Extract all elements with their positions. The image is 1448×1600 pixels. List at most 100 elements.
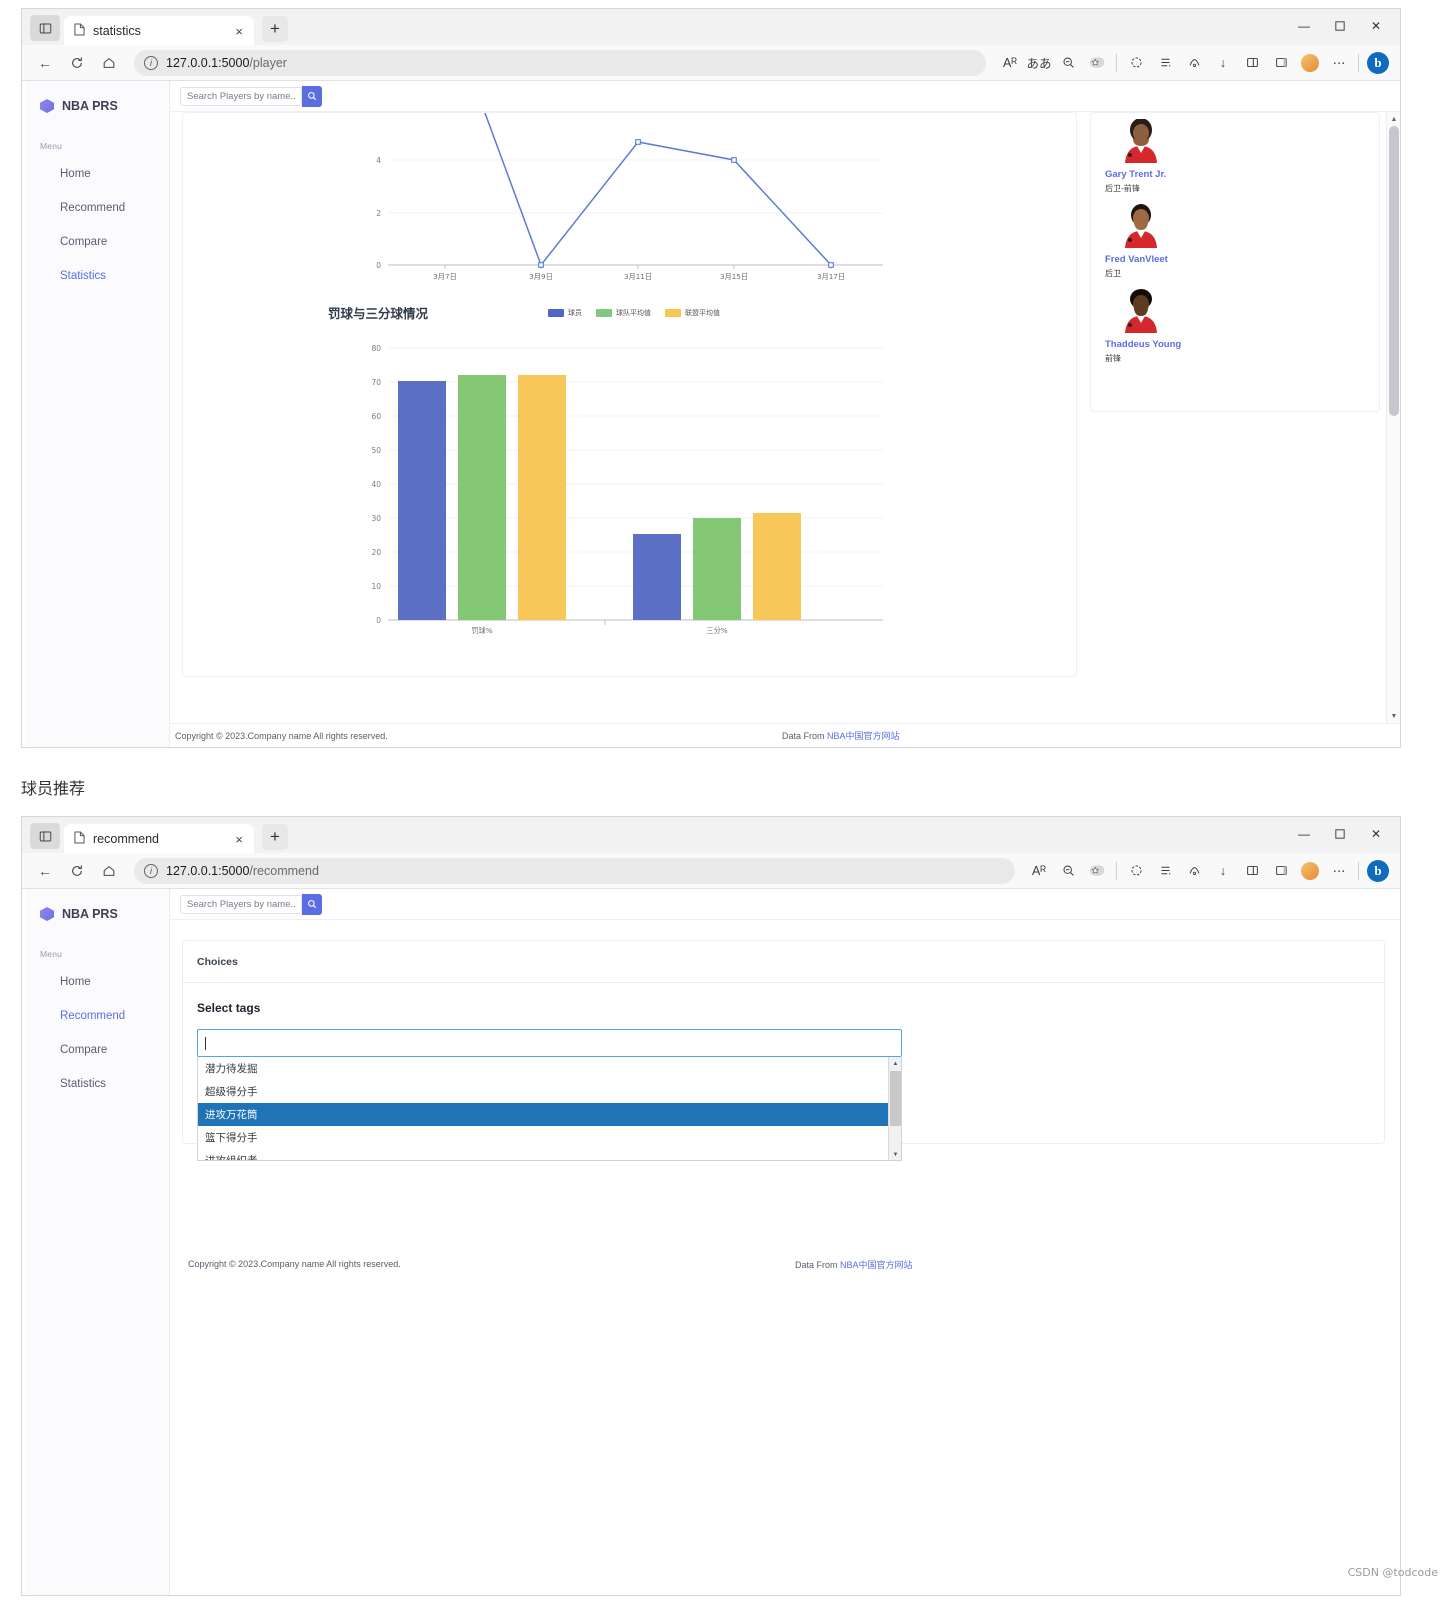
- list-item[interactable]: Fred VanVleet 后卫: [1105, 204, 1365, 279]
- copilot-icon[interactable]: [1122, 50, 1150, 76]
- sidebar-item-compare[interactable]: Compare: [22, 1033, 169, 1067]
- settings-more-icon[interactable]: ⋯: [1325, 50, 1353, 76]
- list-item[interactable]: Gary Trent Jr. 后卫-前锋: [1105, 118, 1365, 194]
- browser-essentials-icon[interactable]: [1180, 50, 1208, 76]
- sidebar: NBA PRS Menu Home Recommend Compare Stat…: [22, 81, 170, 747]
- downloads-icon[interactable]: ↓: [1209, 50, 1237, 76]
- sidebar-item-recommend[interactable]: Recommend: [22, 191, 169, 225]
- new-tab-button[interactable]: +: [262, 824, 288, 850]
- browser-essentials-icon[interactable]: [1180, 858, 1208, 884]
- address-bar[interactable]: i 127.0.0.1:5000/recommend: [134, 857, 1015, 884]
- sidebar-item-compare[interactable]: Compare: [22, 225, 169, 259]
- dropdown-scroll-down-icon[interactable]: ▼: [889, 1148, 901, 1160]
- footer-data-link[interactable]: NBA中国官方网站: [827, 731, 900, 741]
- page-scrollbar[interactable]: ▲ ▼: [1386, 112, 1400, 723]
- favorites-star-icon[interactable]: [1083, 858, 1111, 884]
- close-window-button[interactable]: ✕: [1358, 821, 1394, 847]
- tab-statistics[interactable]: statistics ×: [64, 16, 254, 46]
- toolbar-divider-2: [1358, 53, 1359, 72]
- favorites-star-icon[interactable]: [1083, 50, 1111, 76]
- sidebar-item-home[interactable]: Home: [22, 157, 169, 191]
- bar-chart-title: 罚球与三分球情况: [328, 306, 429, 321]
- edge-sidebar-icon[interactable]: [1267, 50, 1295, 76]
- search-icon[interactable]: [302, 893, 322, 915]
- dropdown-scrollbar-thumb[interactable]: [890, 1071, 901, 1126]
- tag-select-input[interactable]: [197, 1029, 902, 1057]
- scroll-up-icon[interactable]: ▲: [1387, 112, 1400, 126]
- read-aloud-icon[interactable]: Aᴿ: [996, 50, 1024, 76]
- figure-caption: 球员推荐: [21, 779, 86, 798]
- back-icon[interactable]: ←: [30, 50, 60, 76]
- dropdown-scrollbar[interactable]: ▲ ▼: [888, 1057, 901, 1160]
- dropdown-option[interactable]: 潜力待发掘: [198, 1057, 901, 1080]
- maximize-button[interactable]: [1322, 821, 1358, 847]
- browser-window-recommend: recommend × + — ✕ ← i 127.0.0.1:5000/rec…: [21, 816, 1401, 1596]
- settings-more-icon[interactable]: ⋯: [1325, 858, 1353, 884]
- dropdown-option-selected[interactable]: 进攻万花筒: [198, 1103, 901, 1126]
- player-name[interactable]: Fred VanVleet: [1105, 254, 1365, 265]
- sidebar-item-statistics[interactable]: Statistics: [22, 1067, 169, 1101]
- player-avatar: [1115, 289, 1167, 337]
- close-icon[interactable]: ×: [232, 24, 246, 39]
- bing-chat-icon[interactable]: b: [1364, 50, 1392, 76]
- new-tab-button[interactable]: +: [262, 16, 288, 42]
- sidebar-item-statistics[interactable]: Statistics: [22, 259, 169, 293]
- svg-text:60: 60: [371, 412, 381, 421]
- tab-title: statistics: [93, 24, 141, 38]
- search-input[interactable]: Search Players by name..: [180, 894, 302, 914]
- collections-icon[interactable]: [1151, 50, 1179, 76]
- sidebar-item-home[interactable]: Home: [22, 965, 169, 999]
- profile-avatar[interactable]: [1296, 50, 1324, 76]
- back-icon[interactable]: ←: [30, 858, 60, 884]
- dropdown-option[interactable]: 篮下得分手: [198, 1126, 901, 1149]
- site-info-icon[interactable]: i: [144, 55, 158, 70]
- minutes-line-chart: 4 2 0 3月7日 3月9日 3月11日 3月15日 3月17日: [183, 112, 1078, 288]
- dropdown-option[interactable]: 进攻组织者: [198, 1149, 901, 1160]
- home-icon[interactable]: [94, 50, 124, 76]
- minimize-button[interactable]: —: [1286, 821, 1322, 847]
- downloads-icon[interactable]: ↓: [1209, 858, 1237, 884]
- copilot-icon[interactable]: [1122, 858, 1150, 884]
- close-icon[interactable]: ×: [232, 832, 246, 847]
- maximize-button[interactable]: [1322, 13, 1358, 39]
- zoom-out-icon[interactable]: [1054, 858, 1082, 884]
- address-bar[interactable]: i 127.0.0.1:5000/player: [134, 49, 986, 76]
- footer-data-link[interactable]: NBA中国官方网站: [840, 1260, 913, 1270]
- scrollbar-thumb[interactable]: [1389, 126, 1399, 416]
- legend-item-league-average[interactable]: 联盟平均值: [665, 308, 720, 318]
- legend-swatch-team-average: [596, 309, 612, 317]
- legend-item-team-average[interactable]: 球队平均值: [596, 308, 651, 318]
- tab-actions-icon[interactable]: [30, 15, 60, 41]
- read-aloud-icon[interactable]: Aᴿ: [1025, 858, 1053, 884]
- player-name[interactable]: Thaddeus Young: [1105, 339, 1365, 350]
- brand[interactable]: NBA PRS: [22, 901, 169, 921]
- dropdown-scroll-up-icon[interactable]: ▲: [889, 1057, 901, 1070]
- zoom-out-icon[interactable]: [1054, 50, 1082, 76]
- site-info-icon[interactable]: i: [144, 863, 158, 878]
- tag-dropdown-list[interactable]: 潜力待发掘 超级得分手 进攻万花筒 篮下得分手 进攻组织者 ▲ ▼: [197, 1057, 902, 1161]
- bing-chat-icon[interactable]: b: [1364, 858, 1392, 884]
- tab-actions-icon[interactable]: [30, 823, 60, 849]
- dropdown-option[interactable]: 超级得分手: [198, 1080, 901, 1103]
- edge-sidebar-icon[interactable]: [1267, 858, 1295, 884]
- search-icon[interactable]: [302, 85, 322, 107]
- scroll-down-icon[interactable]: ▼: [1387, 709, 1400, 723]
- home-icon[interactable]: [94, 858, 124, 884]
- svg-text:0: 0: [376, 261, 381, 270]
- list-item[interactable]: Thaddeus Young 前锋: [1105, 289, 1365, 364]
- close-window-button[interactable]: ✕: [1358, 13, 1394, 39]
- split-screen-icon[interactable]: [1238, 858, 1266, 884]
- reload-icon[interactable]: [62, 858, 92, 884]
- minimize-button[interactable]: —: [1286, 13, 1322, 39]
- split-screen-icon[interactable]: [1238, 50, 1266, 76]
- player-name[interactable]: Gary Trent Jr.: [1105, 169, 1365, 180]
- brand[interactable]: NBA PRS: [22, 93, 169, 113]
- tab-recommend[interactable]: recommend ×: [64, 824, 254, 854]
- translate-icon[interactable]: ああ: [1025, 50, 1053, 76]
- profile-avatar[interactable]: [1296, 858, 1324, 884]
- search-input[interactable]: Search Players by name..: [180, 86, 302, 106]
- collections-icon[interactable]: [1151, 858, 1179, 884]
- legend-item-player[interactable]: 球员: [548, 308, 582, 318]
- reload-icon[interactable]: [62, 50, 92, 76]
- sidebar-item-recommend[interactable]: Recommend: [22, 999, 169, 1033]
